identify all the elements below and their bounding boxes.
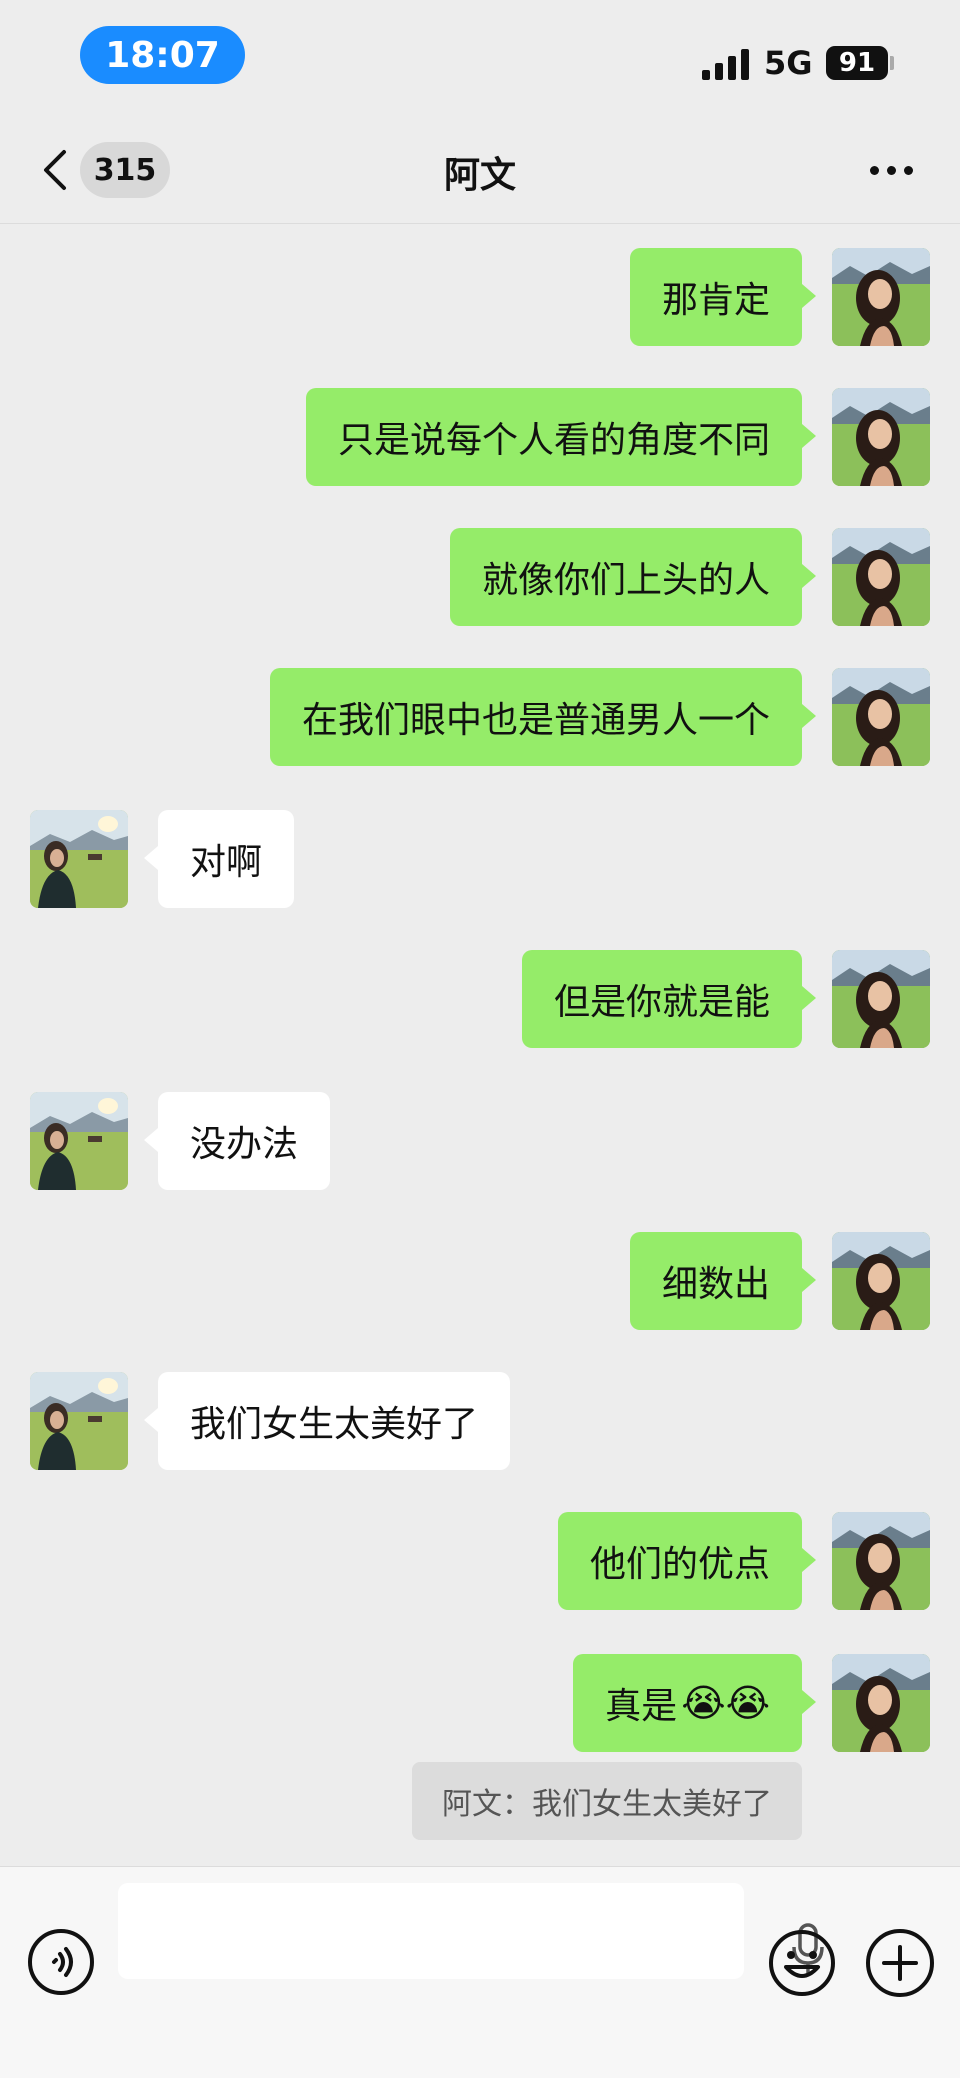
more-icon[interactable] (870, 166, 914, 176)
status-time: 18:07 (80, 26, 245, 84)
message-bubble[interactable]: 就像你们上头的人 (449, 528, 817, 626)
message-bubble[interactable]: 他们的优点 (557, 1512, 817, 1610)
avatar[interactable] (832, 528, 930, 626)
avatar[interactable] (30, 1372, 128, 1470)
message-row: 他们的优点 (0, 1512, 960, 1612)
avatar[interactable] (832, 1512, 930, 1610)
input-bar (0, 1866, 960, 2078)
plus-icon[interactable] (866, 1929, 934, 1997)
avatar[interactable] (30, 1092, 128, 1190)
avatar[interactable] (832, 950, 930, 1048)
network-type: 5G (764, 44, 813, 82)
message-row: 那肯定 (0, 248, 960, 348)
avatar[interactable] (832, 668, 930, 766)
message-input[interactable] (118, 1883, 824, 1979)
message-row: 我们女生太美好了 (0, 1372, 960, 1472)
message-bubble[interactable]: 但是你就是能 (521, 950, 817, 1048)
avatar[interactable] (30, 810, 128, 908)
emoji-icon[interactable] (768, 1929, 836, 1997)
message-row: 对啊 (0, 810, 960, 910)
avatar[interactable] (832, 388, 930, 486)
avatar[interactable] (832, 248, 930, 346)
message-text: 真是 (605, 1686, 678, 1727)
message-bubble[interactable]: 在我们眼中也是普通男人一个 (269, 668, 817, 766)
quoted-message[interactable]: 阿文：我们女生太美好了 (412, 1762, 802, 1840)
message-row: 细数出 (0, 1232, 960, 1332)
message-bubble[interactable]: 细数出 (629, 1232, 817, 1330)
avatar[interactable] (832, 1654, 930, 1752)
chat-title: 阿文 (443, 155, 516, 196)
message-row: 没办法 (0, 1092, 960, 1192)
message-row: 只是说每个人看的角度不同 (0, 388, 960, 488)
message-row: 在我们眼中也是普通男人一个 (0, 668, 960, 768)
battery-tip (890, 56, 894, 70)
signal-icon (702, 48, 750, 80)
message-bubble[interactable]: 对啊 (143, 810, 295, 908)
message-bubble[interactable]: 我们女生太美好了 (143, 1372, 511, 1470)
crying-emoji: 😭😭 (681, 1681, 770, 1725)
message-bubble[interactable]: 真是 😭😭 (573, 1654, 816, 1752)
message-bubble[interactable]: 那肯定 (629, 248, 817, 346)
message-bubble[interactable]: 只是说每个人看的角度不同 (305, 388, 817, 486)
battery-indicator: 91 (826, 46, 888, 80)
message-row: 真是 😭😭 (0, 1654, 960, 1754)
voice-icon[interactable] (28, 1929, 94, 1995)
status-bar: 18:07 5G 91 (0, 0, 960, 110)
chat-header: 315 阿文 (0, 110, 960, 224)
message-row: 就像你们上头的人 (0, 528, 960, 628)
avatar[interactable] (832, 1232, 930, 1330)
message-bubble[interactable]: 没办法 (143, 1092, 331, 1190)
message-row: 但是你就是能 (0, 950, 960, 1050)
